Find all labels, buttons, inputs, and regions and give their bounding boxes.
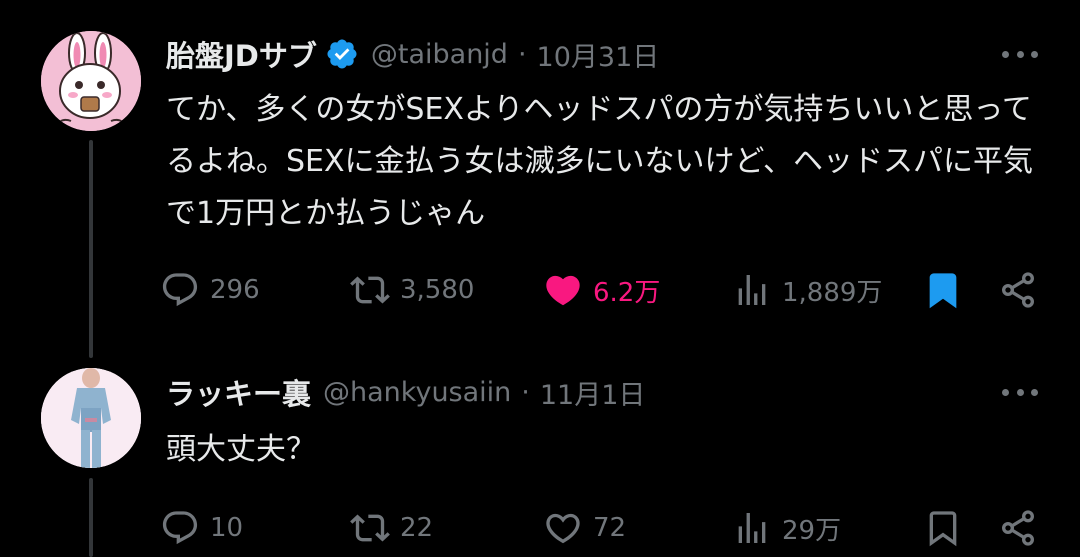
user-handle[interactable]: @taibanjd bbox=[371, 39, 508, 70]
retweet-count: 22 bbox=[400, 513, 434, 543]
like-button[interactable]: 6.2万 bbox=[543, 265, 660, 315]
reply-button[interactable]: 296 bbox=[160, 265, 260, 315]
retweet-button[interactable]: 22 bbox=[350, 503, 433, 553]
views-button[interactable]: 1,889万 bbox=[732, 265, 882, 315]
person-photo-avatar-icon bbox=[41, 368, 141, 468]
heart-filled-icon bbox=[546, 275, 580, 306]
bookmark-filled-icon bbox=[929, 273, 957, 309]
reply-count: 10 bbox=[210, 513, 244, 543]
views-chart-icon bbox=[738, 513, 766, 543]
tweet-actions: 10 22 72 29万 bbox=[160, 503, 1050, 553]
share-button[interactable] bbox=[998, 503, 1038, 553]
separator-dot: · bbox=[517, 38, 527, 70]
tweet-header: ラッキー裏 @hankyusaiin · 11月1日 bbox=[166, 372, 645, 412]
heart-outline-icon bbox=[546, 513, 580, 544]
display-name[interactable]: ラッキー裏 bbox=[166, 371, 311, 413]
tweet-text: 頭大丈夫？ bbox=[166, 432, 316, 467]
verified-badge-icon[interactable] bbox=[325, 37, 359, 71]
retweet-count: 3,580 bbox=[400, 275, 475, 305]
thread-connector-line bbox=[89, 140, 93, 358]
views-count: 1,889万 bbox=[782, 277, 883, 308]
like-count: 6.2万 bbox=[593, 277, 661, 308]
reply-icon bbox=[162, 273, 198, 307]
tweet-date[interactable]: 10月31日 bbox=[537, 35, 660, 74]
bookmark-outline-icon bbox=[929, 511, 957, 547]
tweet-date[interactable]: 11月1日 bbox=[540, 373, 646, 412]
retweet-icon bbox=[350, 514, 390, 542]
tweet-header: 胎盤JDサブ @taibanjd · 10月31日 bbox=[166, 34, 659, 74]
thread-view: 胎盤JDサブ @taibanjd · 10月31日 てか、多くの女がSEXよりヘ… bbox=[0, 0, 1080, 557]
share-button[interactable] bbox=[998, 265, 1038, 315]
bookmark-button[interactable] bbox=[923, 503, 963, 553]
share-icon bbox=[1002, 272, 1034, 308]
views-chart-icon bbox=[738, 275, 766, 305]
more-options-icon[interactable] bbox=[1002, 44, 1038, 64]
user-handle[interactable]: @hankyusaiin bbox=[323, 377, 511, 408]
share-icon bbox=[1002, 510, 1034, 546]
reply-count: 296 bbox=[210, 275, 260, 305]
views-count: 29万 bbox=[782, 515, 842, 546]
tweet-text: てか、多くの女がSEXよりヘッドスパの方が気持ちいいと思ってるよね。SEXに金払… bbox=[166, 92, 1034, 231]
reply-button[interactable]: 10 bbox=[160, 503, 243, 553]
bookmark-button[interactable] bbox=[923, 265, 963, 315]
like-count: 72 bbox=[593, 513, 627, 543]
avatar[interactable] bbox=[41, 31, 141, 131]
pink-rabbit-avatar-icon bbox=[41, 31, 141, 131]
display-name[interactable]: 胎盤JDサブ bbox=[166, 33, 317, 75]
more-options-icon[interactable] bbox=[1002, 382, 1038, 402]
reply-icon bbox=[162, 511, 198, 545]
retweet-icon bbox=[350, 276, 390, 304]
views-button[interactable]: 29万 bbox=[732, 503, 841, 553]
like-button[interactable]: 72 bbox=[543, 503, 626, 553]
separator-dot: · bbox=[521, 376, 530, 408]
tweet-actions: 296 3,580 6.2万 1,889万 bbox=[160, 265, 1050, 315]
retweet-button[interactable]: 3,580 bbox=[350, 265, 474, 315]
avatar[interactable] bbox=[41, 368, 141, 468]
thread-connector-line bbox=[89, 478, 93, 557]
